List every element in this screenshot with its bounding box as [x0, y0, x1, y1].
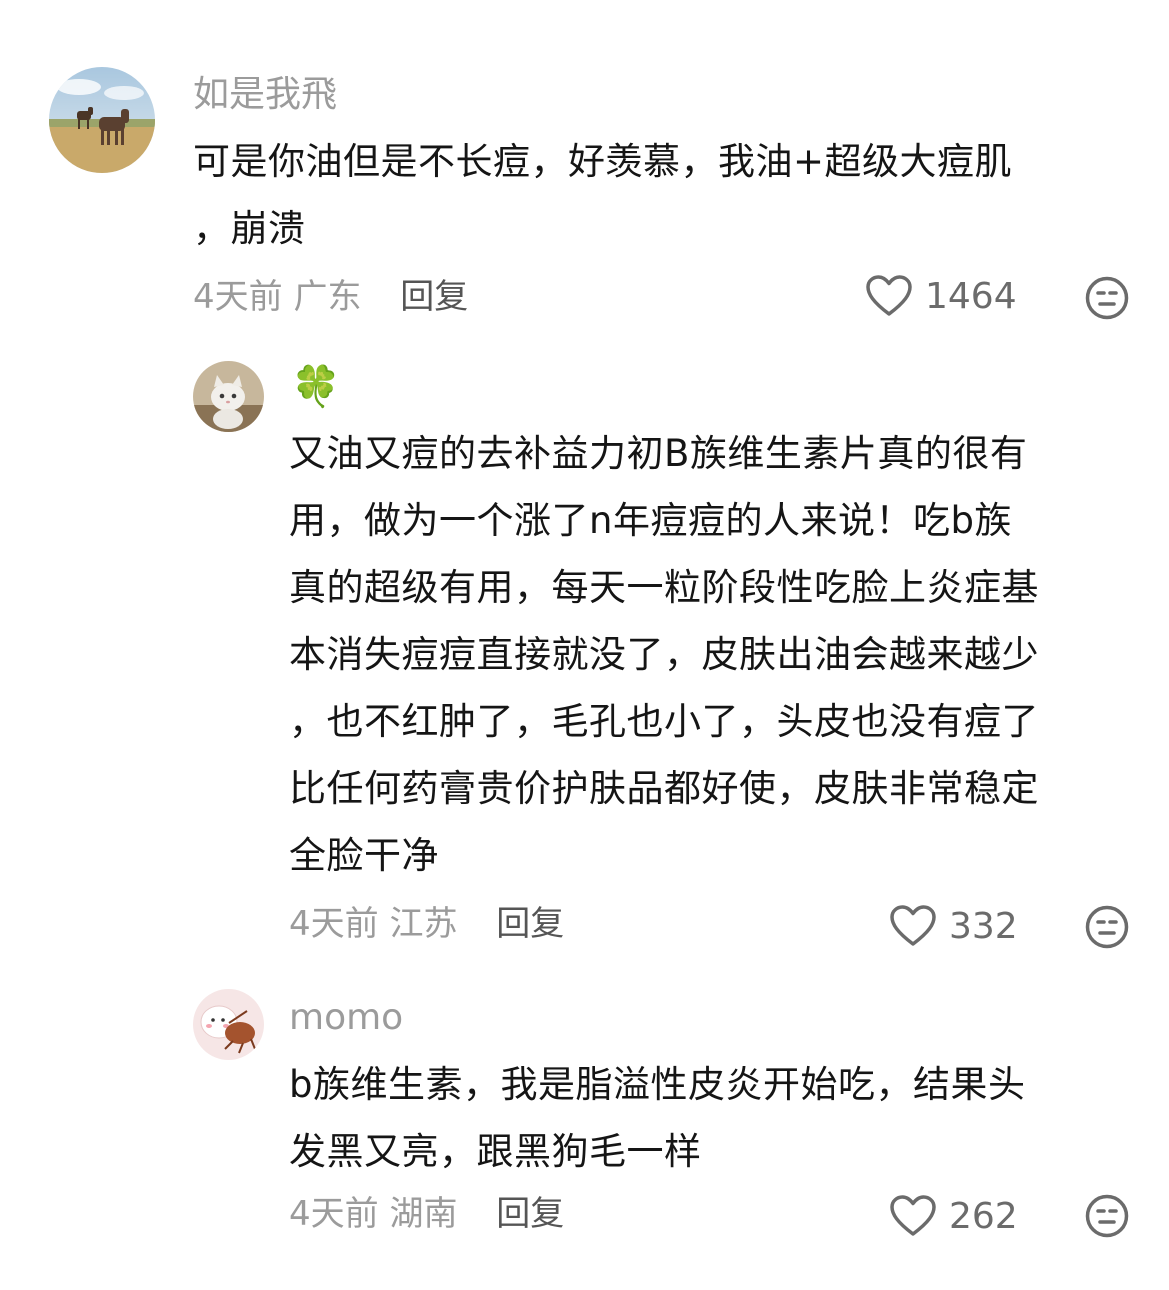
- username[interactable]: 如是我飛: [193, 73, 337, 117]
- like-button[interactable]: 1464: [865, 274, 1017, 318]
- comment-meta: 4天前 广东 回复: [193, 275, 468, 319]
- username[interactable]: momo: [289, 996, 403, 1040]
- horses-avatar-icon: [49, 67, 155, 173]
- heart-icon: [890, 905, 936, 946]
- like-count: 332: [949, 905, 1018, 947]
- timestamp: 4天前: [289, 1194, 379, 1234]
- comment-line: 全脸干净: [289, 834, 439, 877]
- heart-icon: [866, 275, 912, 316]
- comment-text: 又油又痘的去补益力初B族维生素片真的很有 用，做为一个涨了n年痘痘的人来说！吃b…: [289, 420, 1039, 889]
- like-count: 262: [949, 1195, 1018, 1237]
- avatar[interactable]: [193, 989, 264, 1060]
- comment-line: ，崩溃: [193, 207, 306, 250]
- reply-button[interactable]: 回复: [496, 904, 564, 944]
- comment-meta: 4天前 湖南 回复: [289, 1192, 564, 1236]
- heart-icon: [890, 1195, 936, 1236]
- comment-text: 可是你油但是不长痘，好羡慕，我油+超级大痘肌 ，崩溃: [193, 128, 1012, 262]
- comment-line: b族维生素，我是脂溢性皮炎开始吃，结果头: [289, 1063, 1026, 1106]
- username[interactable]: 🍀: [291, 365, 341, 409]
- comment-line: 用，做为一个涨了n年痘痘的人来说！吃b族: [289, 499, 1012, 542]
- reply-button[interactable]: 回复: [496, 1194, 564, 1234]
- location: 江苏: [389, 904, 458, 944]
- comment-line: 本消失痘痘直接就没了，皮肤出油会越来越少: [289, 633, 1039, 676]
- comment-line: 又油又痘的去补益力初B族维生素片真的很有: [289, 432, 1028, 475]
- location: 广东: [293, 277, 362, 317]
- comment-line: 可是你油但是不长痘，好羡慕，我油+超级大痘肌: [193, 140, 1013, 183]
- timestamp: 4天前: [193, 277, 283, 317]
- like-count: 1464: [925, 275, 1017, 317]
- like-button[interactable]: 332: [889, 904, 1018, 948]
- comment-meta: 4天前 江苏 回复: [289, 902, 564, 946]
- comment-line: 比任何药膏贵价护肤品都好使，皮肤非常稳定: [289, 767, 1039, 810]
- dislike-face-icon[interactable]: [1085, 276, 1129, 320]
- cartoon-avatar-icon: [193, 989, 264, 1060]
- location: 湖南: [389, 1194, 458, 1234]
- dislike-face-icon[interactable]: [1085, 1194, 1129, 1238]
- avatar[interactable]: [193, 361, 264, 432]
- comment-line: 发黑又亮，跟黑狗毛一样: [289, 1130, 702, 1173]
- avatar[interactable]: [49, 67, 155, 173]
- reply-button[interactable]: 回复: [400, 277, 468, 317]
- timestamp: 4天前: [289, 904, 379, 944]
- like-button[interactable]: 262: [889, 1194, 1018, 1238]
- dislike-face-icon[interactable]: [1085, 905, 1129, 949]
- cat-avatar-icon: [193, 361, 264, 432]
- comment-line: 真的超级有用，每天一粒阶段性吃脸上炎症基: [289, 566, 1039, 609]
- comment-text: b族维生素，我是脂溢性皮炎开始吃，结果头 发黑又亮，跟黑狗毛一样: [289, 1051, 1026, 1185]
- comment-line: ，也不红肿了，毛孔也小了，头皮也没有痘了: [289, 700, 1039, 743]
